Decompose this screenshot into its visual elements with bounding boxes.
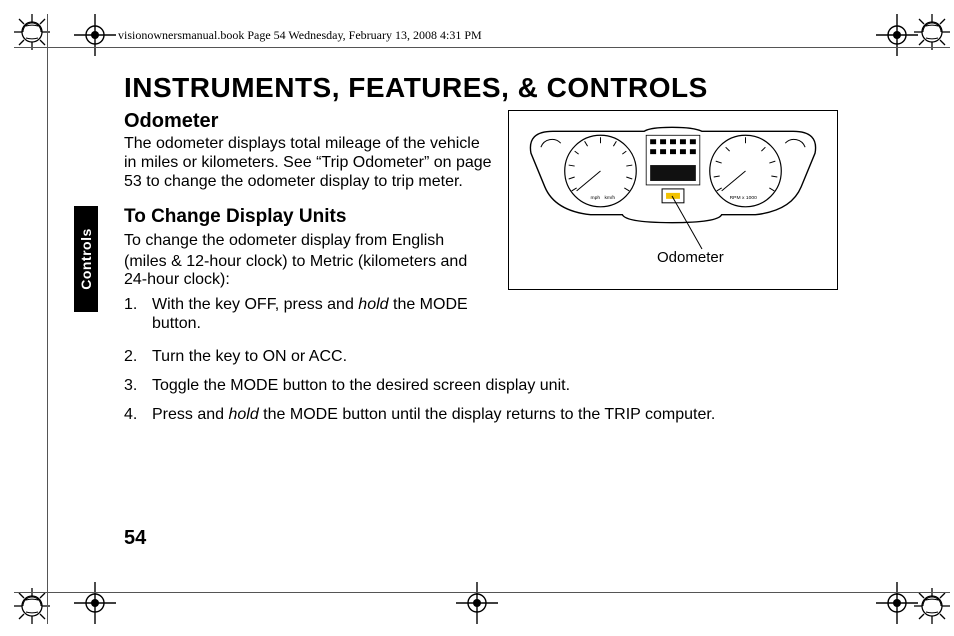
registration-mark-top-left bbox=[74, 14, 116, 56]
registration-mark-top-right bbox=[876, 14, 918, 56]
step-number: 1. bbox=[124, 296, 152, 334]
side-tab-label: Controls bbox=[78, 228, 94, 290]
crop-line-top bbox=[14, 47, 950, 48]
corner-mark-top-right bbox=[914, 14, 950, 50]
callout-label-odometer: Odometer bbox=[657, 249, 724, 266]
step-text: Toggle the MODE button to the desired sc… bbox=[152, 377, 864, 396]
page-content: INSTRUMENTS, FEATURES, & CONTROLS Odomet… bbox=[124, 72, 864, 564]
corner-mark-top-left bbox=[14, 14, 50, 50]
step-4: 4. Press and hold the MODE button until … bbox=[124, 406, 864, 425]
left-column: Odometer The odometer displays total mil… bbox=[124, 110, 494, 344]
step-text: Turn the key to ON or ACC. bbox=[152, 348, 864, 367]
document-header: visionownersmanual.book Page 54 Wednesda… bbox=[118, 28, 482, 43]
page-title: INSTRUMENTS, FEATURES, & CONTROLS bbox=[124, 72, 864, 104]
step-2: 2. Turn the key to ON or ACC. bbox=[124, 348, 864, 367]
crop-line-left bbox=[47, 14, 48, 624]
section-heading-odometer: Odometer bbox=[124, 110, 494, 133]
corner-mark-bottom-left bbox=[14, 588, 50, 624]
step-text: Press and hold the MODE button until the… bbox=[152, 406, 864, 425]
paragraph-intro: The odometer displays total mileage of t… bbox=[124, 135, 494, 192]
step-number: 2. bbox=[124, 348, 152, 367]
steps-list-continued: 2. Turn the key to ON or ACC. 3. Toggle … bbox=[124, 348, 864, 425]
gauge-cluster-icon: mph km/h RPM x 1000 bbox=[523, 125, 823, 225]
step-number: 3. bbox=[124, 377, 152, 396]
step-1: 1. With the key OFF, press and hold the … bbox=[124, 296, 494, 334]
figure-odometer: mph km/h RPM x 1000 bbox=[508, 110, 838, 290]
step-text: With the key OFF, press and hold the MOD… bbox=[152, 296, 494, 334]
gauge-left-unit-b: km/h bbox=[604, 195, 615, 201]
crop-line-bottom bbox=[14, 592, 950, 593]
page-number: 54 bbox=[124, 527, 146, 550]
gauge-right-unit: RPM x 1000 bbox=[730, 195, 757, 201]
section-heading-change-units: To Change Display Units bbox=[124, 206, 494, 228]
registration-mark-bottom-right bbox=[876, 582, 918, 624]
registration-mark-bottom-left bbox=[74, 582, 116, 624]
step-number: 4. bbox=[124, 406, 152, 425]
paragraph-change-a: To change the odometer display from Engl… bbox=[124, 232, 494, 251]
step-3: 3. Toggle the MODE button to the desired… bbox=[124, 377, 864, 396]
side-tab-controls: Controls bbox=[74, 206, 98, 312]
corner-mark-bottom-right bbox=[914, 588, 950, 624]
paragraph-change-b: (miles & 12-hour clock) to Metric (kilom… bbox=[124, 253, 494, 291]
right-column: mph km/h RPM x 1000 bbox=[508, 110, 864, 344]
steps-list: 1. With the key OFF, press and hold the … bbox=[124, 296, 494, 334]
registration-mark-bottom-mid bbox=[456, 582, 498, 624]
gauge-left-unit-a: mph bbox=[591, 195, 601, 201]
